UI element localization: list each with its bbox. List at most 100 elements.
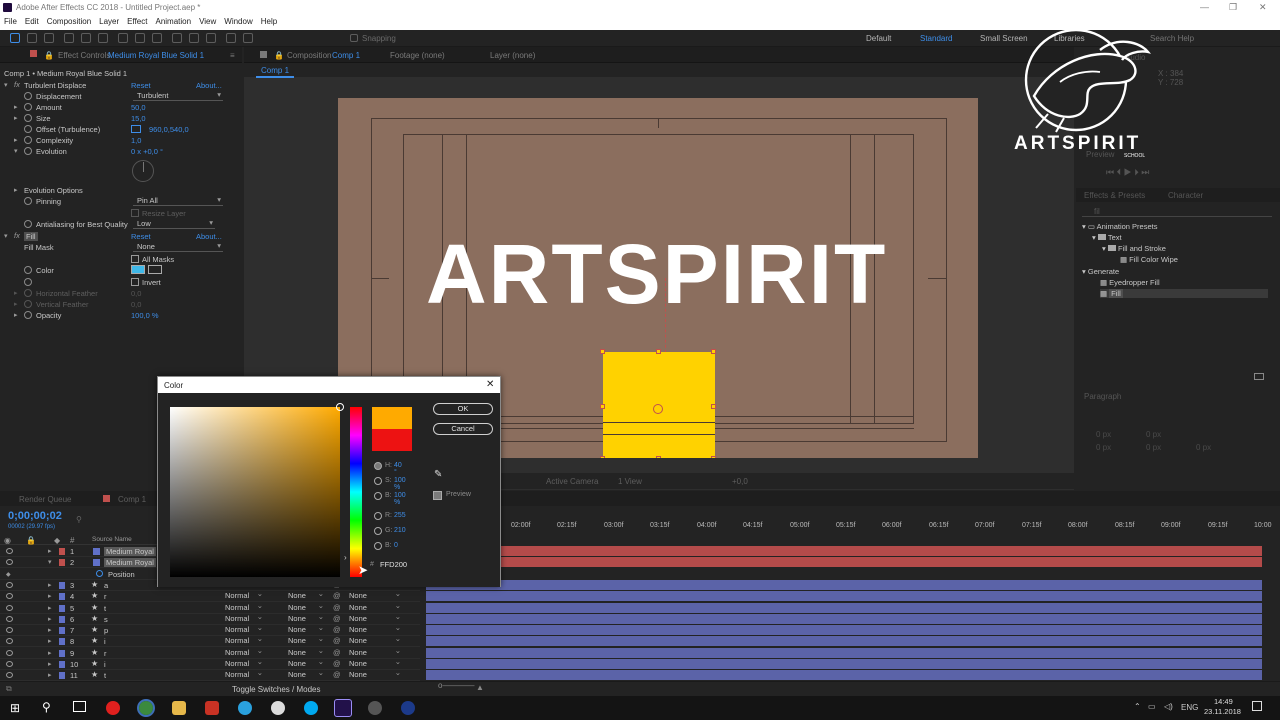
dialog-close-icon[interactable]: ✕	[486, 379, 494, 390]
zoom-in-icon[interactable]: ▲	[476, 683, 484, 692]
next-frame-icon[interactable]: ⏵	[1134, 167, 1139, 177]
character-tab[interactable]: Character	[1168, 191, 1203, 200]
expand-icon[interactable]: ▸	[48, 615, 52, 623]
volume-icon[interactable]: ◁)	[1164, 702, 1173, 711]
snapping-checkbox[interactable]	[350, 34, 358, 42]
panel-close-icon[interactable]	[103, 495, 110, 502]
expand-icon[interactable]: ▸	[48, 637, 52, 645]
expand-icon[interactable]: ▸	[48, 671, 52, 679]
menu-help[interactable]: Help	[257, 15, 281, 26]
eyedropper-icon[interactable]	[148, 265, 162, 274]
chrome-icon[interactable]	[137, 699, 155, 717]
stopwatch-icon[interactable]	[24, 103, 32, 111]
amount-value[interactable]: 50,0	[131, 103, 146, 112]
footage-tab[interactable]: Footage (none)	[390, 51, 445, 60]
transform-handle[interactable]	[600, 456, 605, 458]
telegram-icon[interactable]	[238, 701, 252, 715]
layer-duration-bar[interactable]	[426, 670, 1262, 681]
about-link[interactable]: About...	[196, 81, 222, 90]
color-field-cursor[interactable]	[336, 403, 344, 411]
displacement-dropdown[interactable]: Turbulent	[133, 90, 223, 101]
stopwatch-icon[interactable]	[24, 114, 32, 122]
zoom-tool-icon[interactable]	[44, 33, 54, 43]
all-masks-checkbox[interactable]	[131, 255, 139, 263]
eye-icon[interactable]	[6, 649, 13, 656]
hue-slider-left-arrow[interactable]: ›	[344, 553, 347, 562]
hand-tool-icon[interactable]	[27, 33, 37, 43]
lock-icon[interactable]: 🔒	[44, 51, 54, 60]
stopwatch-icon[interactable]	[24, 278, 32, 286]
label-color[interactable]	[59, 661, 65, 668]
search-icon[interactable]: ⚲	[42, 700, 51, 714]
color-swatch[interactable]	[131, 265, 145, 274]
about-link[interactable]: About...	[196, 232, 222, 241]
layer-row[interactable]: ▸10★iNormalNone@None	[0, 657, 420, 670]
close-icon[interactable]: ✕	[1259, 2, 1267, 13]
layer-row[interactable]: ▸8★iNormalNone@None	[0, 634, 420, 648]
crosshair-icon[interactable]	[131, 125, 141, 133]
cancel-button[interactable]: Cancel	[433, 423, 493, 435]
opacity-value[interactable]: 100,0 %	[131, 311, 159, 320]
offset-value[interactable]: 960,0,540,0	[149, 125, 189, 134]
expand-icon[interactable]: ▸	[48, 649, 52, 657]
layer-row[interactable]: ▸11★tNormalNone@None	[0, 668, 420, 682]
hex-input[interactable]: FFD200	[380, 560, 418, 571]
layer-duration-bar[interactable]	[426, 613, 1262, 624]
rectangle-tool-icon[interactable]	[118, 33, 128, 43]
eye-icon[interactable]	[6, 548, 13, 554]
eye-icon[interactable]: ◆	[6, 571, 13, 578]
menu-view[interactable]: View	[195, 15, 220, 26]
transform-handle[interactable]	[656, 349, 661, 354]
layer-duration-bar[interactable]	[426, 591, 1262, 602]
ok-button[interactable]: OK	[433, 403, 493, 415]
menu-composition[interactable]: Composition	[43, 15, 95, 26]
expand-icon[interactable]: ▸	[48, 547, 52, 555]
invert-checkbox[interactable]	[131, 278, 139, 286]
anchor-point-icon[interactable]	[653, 404, 663, 414]
panel-menu-icon[interactable]: ≡	[230, 51, 235, 60]
evolution-dial[interactable]	[132, 160, 154, 182]
yellow-solid-layer[interactable]	[600, 349, 716, 458]
parent-pickwhip-icon[interactable]: @	[333, 603, 341, 612]
layer-row[interactable]: ▸9★rNormalNone@None	[0, 646, 420, 659]
search-icon[interactable]: ⚲	[76, 515, 82, 524]
source-name-header[interactable]: Source Name	[92, 536, 132, 543]
menu-file[interactable]: File	[0, 15, 21, 26]
selection-tool-icon[interactable]	[10, 33, 20, 43]
layer-duration-bar[interactable]	[426, 579, 1262, 590]
comp1-subtab[interactable]: Comp 1	[256, 65, 295, 78]
stopwatch-icon[interactable]	[96, 569, 103, 577]
tree-fill[interactable]: ▦ Fill	[1100, 289, 1268, 298]
hue-slider[interactable]	[350, 407, 362, 577]
size-value[interactable]: 15,0	[131, 114, 146, 123]
layer-duration-bar[interactable]	[426, 636, 1262, 647]
blend-mode-dropdown[interactable]: Normal	[222, 668, 266, 680]
render-queue-tab[interactable]: Render Queue	[19, 495, 71, 504]
eye-icon[interactable]	[6, 615, 13, 622]
preview-checkbox[interactable]	[433, 491, 442, 500]
stopwatch-icon[interactable]	[24, 147, 32, 155]
reset-button[interactable]: Reset	[131, 81, 151, 90]
layer-duration-bar[interactable]	[426, 625, 1262, 636]
parent-pickwhip-icon[interactable]: @	[333, 636, 341, 645]
antialias-dropdown[interactable]: Low	[133, 218, 215, 229]
exposure-value[interactable]: +0,0	[732, 477, 748, 486]
view-layout-dropdown[interactable]: 1 View	[618, 477, 642, 486]
label-color[interactable]	[59, 672, 65, 680]
effects-search-input[interactable]: fil	[1082, 206, 1272, 217]
fill-mask-dropdown[interactable]: None	[133, 241, 223, 252]
prev-frame-icon[interactable]: ⏴	[1117, 167, 1122, 177]
layer-row[interactable]: ▸6★sNormalNone@None	[0, 612, 420, 625]
layer-tab[interactable]: Layer (none)	[490, 51, 535, 60]
parent-dropdown[interactable]: None	[346, 668, 404, 680]
label-color[interactable]	[59, 604, 65, 612]
stopwatch-icon[interactable]	[24, 136, 32, 144]
effect-controls-layer-name[interactable]: Medium Royal Blue Solid 1	[108, 51, 204, 60]
stopwatch-icon[interactable]	[24, 125, 32, 133]
toggle-switches-modes[interactable]: Toggle Switches / Modes	[232, 685, 321, 694]
eye-icon[interactable]	[6, 661, 13, 667]
restore-icon[interactable]: ❐	[1229, 2, 1237, 13]
skype-icon[interactable]	[304, 701, 318, 715]
active-camera-dropdown[interactable]: Active Camera	[546, 477, 598, 486]
pinning-dropdown[interactable]: Pin All	[133, 195, 223, 206]
